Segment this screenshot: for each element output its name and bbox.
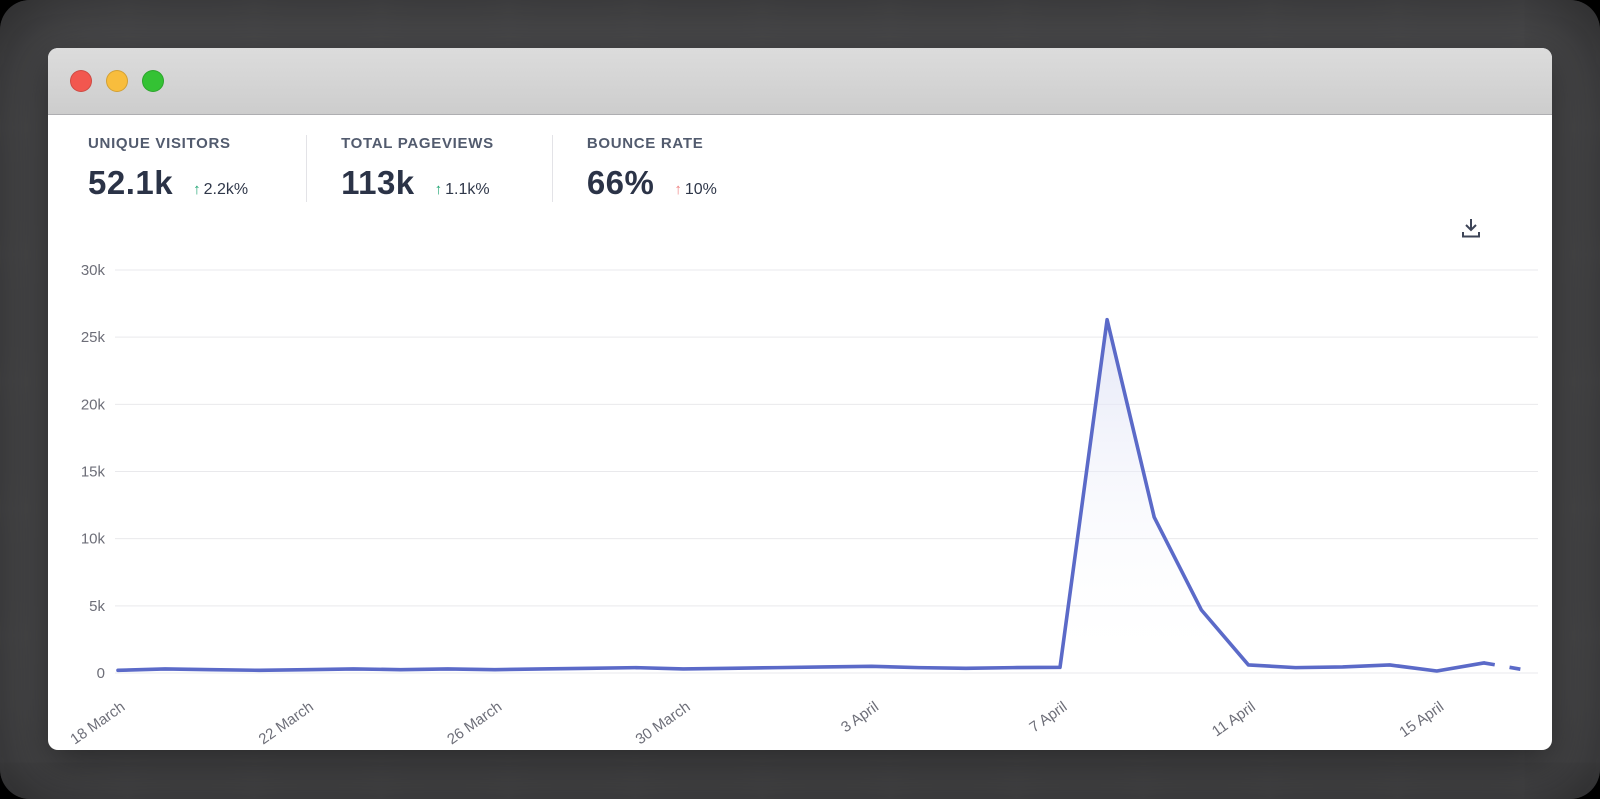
minimize-window-button[interactable] [106, 70, 128, 92]
trend-up-icon: ↑ [674, 181, 682, 198]
app-window: UNIQUE VISITORS 52.1k ↑ 2.2k% TOTAL PAGE… [48, 48, 1552, 750]
maximize-window-button[interactable] [142, 70, 164, 92]
svg-text:7 April: 7 April [1026, 698, 1070, 736]
window-shadow-frame: UNIQUE VISITORS 52.1k ↑ 2.2k% TOTAL PAGE… [0, 0, 1600, 799]
trend-up-icon: ↑ [193, 181, 201, 198]
svg-text:25k: 25k [81, 329, 106, 346]
svg-text:5k: 5k [89, 598, 105, 615]
stat-value: 52.1k [88, 164, 173, 202]
trend-up-icon: ↑ [435, 181, 443, 198]
stat-delta: ↑ 2.2k% [193, 181, 248, 199]
svg-text:26 March: 26 March [444, 698, 505, 748]
svg-text:30 March: 30 March [633, 698, 694, 748]
download-button[interactable] [1456, 213, 1486, 243]
window-titlebar [48, 48, 1552, 115]
stat-label: BOUNCE RATE [587, 135, 717, 152]
stat-label: UNIQUE VISITORS [88, 135, 248, 152]
svg-text:22 March: 22 March [256, 698, 317, 748]
stat-value: 113k [341, 164, 415, 202]
svg-text:0: 0 [97, 665, 105, 682]
svg-text:15k: 15k [81, 464, 106, 481]
close-window-button[interactable] [70, 70, 92, 92]
stat-delta: ↑ 1.1k% [435, 181, 490, 199]
svg-text:20k: 20k [81, 396, 106, 413]
stat-unique-visitors: UNIQUE VISITORS 52.1k ↑ 2.2k% [88, 135, 306, 202]
svg-text:30k: 30k [81, 262, 106, 279]
stat-label: TOTAL PAGEVIEWS [341, 135, 494, 152]
visitors-chart-area: 0 5k 10k 15k 20k 25k 30k 18 March 22 March 26 Mar… [48, 115, 1552, 749]
svg-text:10k: 10k [81, 531, 106, 548]
stat-delta-text: 1.1k% [445, 181, 489, 199]
visitors-chart: 0 5k 10k 15k 20k 25k 30k 18 March 22 March 26 Mar… [48, 115, 1552, 749]
download-icon [1458, 215, 1484, 241]
stat-delta-text: 2.2k% [204, 181, 248, 199]
svg-text:18 March: 18 March [67, 698, 128, 748]
svg-text:11 April: 11 April [1209, 698, 1259, 740]
stat-delta: ↑ 10% [674, 181, 717, 199]
stat-total-pageviews: TOTAL PAGEVIEWS 113k ↑ 1.1k% [306, 135, 552, 202]
dashboard-content: UNIQUE VISITORS 52.1k ↑ 2.2k% TOTAL PAGE… [48, 115, 1552, 749]
svg-text:3 April: 3 April [838, 698, 882, 736]
stat-bounce-rate: BOUNCE RATE 66% ↑ 10% [552, 135, 775, 202]
stats-row: UNIQUE VISITORS 52.1k ↑ 2.2k% TOTAL PAGE… [88, 135, 775, 202]
stat-value: 66% [587, 164, 655, 202]
stat-delta-text: 10% [685, 181, 717, 199]
svg-text:15 April: 15 April [1396, 698, 1447, 741]
